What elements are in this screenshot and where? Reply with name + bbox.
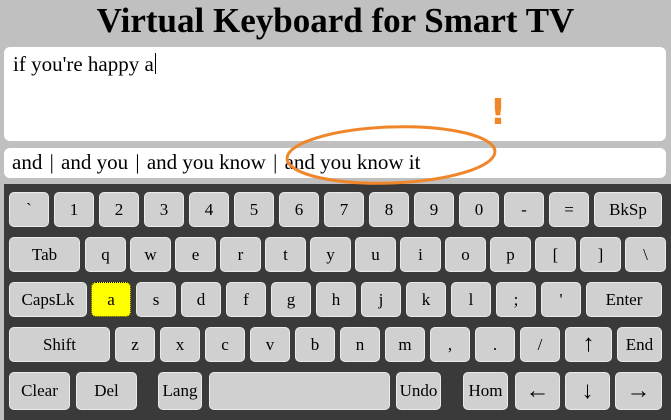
- text-caret: [154, 53, 156, 74]
- suggestion-item[interactable]: and you know it: [285, 150, 421, 174]
- key-tab[interactable]: Tab: [9, 237, 80, 272]
- key-2[interactable]: 2: [99, 192, 139, 227]
- key-t[interactable]: t: [265, 237, 306, 272]
- key-period[interactable]: .: [475, 327, 515, 362]
- key-r[interactable]: r: [220, 237, 261, 272]
- key-end[interactable]: End: [617, 327, 662, 362]
- key-g[interactable]: g: [271, 282, 311, 317]
- key-capslock[interactable]: CapsLk: [9, 282, 87, 317]
- suggestion-item[interactable]: and: [12, 150, 42, 174]
- key-clear[interactable]: Clear: [9, 372, 70, 410]
- key-backspace[interactable]: BkSp: [594, 192, 662, 227]
- key-j[interactable]: j: [361, 282, 401, 317]
- key-home[interactable]: Hom: [463, 372, 508, 410]
- key-left-bracket[interactable]: [: [535, 237, 576, 272]
- suggestion-item[interactable]: and you know: [147, 150, 266, 174]
- virtual-keyboard: ` 1 2 3 4 5 6 7 8 9 0 - = BkSp Tab q w e…: [4, 184, 671, 420]
- key-h[interactable]: h: [316, 282, 356, 317]
- key-0[interactable]: 0: [459, 192, 499, 227]
- suggestion-separator: |: [135, 150, 140, 174]
- input-text: if you're happy a: [13, 52, 154, 76]
- key-undo[interactable]: Undo: [396, 372, 441, 410]
- key-s[interactable]: s: [136, 282, 176, 317]
- key-c[interactable]: c: [205, 327, 245, 362]
- key-f[interactable]: f: [226, 282, 266, 317]
- key-language[interactable]: Lang: [158, 372, 202, 410]
- key-3[interactable]: 3: [144, 192, 184, 227]
- suggestion-item[interactable]: and you: [61, 150, 128, 174]
- key-minus[interactable]: -: [504, 192, 544, 227]
- key-l[interactable]: l: [451, 282, 491, 317]
- suggestion-bar: and | and you | and you know | and you k…: [4, 148, 666, 178]
- key-9[interactable]: 9: [414, 192, 454, 227]
- arrow-up-icon[interactable]: ↑: [565, 327, 612, 362]
- key-8[interactable]: 8: [369, 192, 409, 227]
- key-delete[interactable]: Del: [76, 372, 137, 410]
- key-p[interactable]: p: [490, 237, 531, 272]
- key-semicolon[interactable]: ;: [496, 282, 536, 317]
- key-i[interactable]: i: [400, 237, 441, 272]
- page-title: Virtual Keyboard for Smart TV: [96, 1, 575, 40]
- key-e[interactable]: e: [175, 237, 216, 272]
- key-m[interactable]: m: [385, 327, 425, 362]
- arrow-left-icon[interactable]: ←: [515, 372, 560, 410]
- key-n[interactable]: n: [340, 327, 380, 362]
- key-shift[interactable]: Shift: [9, 327, 110, 362]
- text-input-area[interactable]: if you're happy a: [4, 47, 666, 141]
- arrow-right-icon[interactable]: →: [615, 372, 662, 410]
- key-equals[interactable]: =: [549, 192, 589, 227]
- key-right-bracket[interactable]: ]: [580, 237, 621, 272]
- key-o[interactable]: o: [445, 237, 486, 272]
- suggestion-separator: |: [49, 150, 54, 174]
- key-v[interactable]: v: [250, 327, 290, 362]
- suggestion-separator: |: [273, 150, 278, 174]
- key-d[interactable]: d: [181, 282, 221, 317]
- key-backslash[interactable]: \: [625, 237, 666, 272]
- key-z[interactable]: z: [115, 327, 155, 362]
- key-y[interactable]: y: [310, 237, 351, 272]
- key-a[interactable]: a: [91, 282, 131, 317]
- key-enter[interactable]: Enter: [586, 282, 662, 317]
- key-w[interactable]: w: [130, 237, 171, 272]
- key-5[interactable]: 5: [234, 192, 274, 227]
- key-4[interactable]: 4: [189, 192, 229, 227]
- key-quote[interactable]: ': [541, 282, 581, 317]
- key-u[interactable]: u: [355, 237, 396, 272]
- key-k[interactable]: k: [406, 282, 446, 317]
- key-slash[interactable]: /: [520, 327, 560, 362]
- arrow-down-icon[interactable]: ↓: [565, 372, 610, 410]
- key-7[interactable]: 7: [324, 192, 364, 227]
- key-comma[interactable]: ,: [430, 327, 470, 362]
- key-1[interactable]: 1: [54, 192, 94, 227]
- key-q[interactable]: q: [85, 237, 126, 272]
- key-space[interactable]: [209, 372, 390, 410]
- key-backtick[interactable]: `: [9, 192, 49, 227]
- key-x[interactable]: x: [160, 327, 200, 362]
- key-6[interactable]: 6: [279, 192, 319, 227]
- key-b[interactable]: b: [295, 327, 335, 362]
